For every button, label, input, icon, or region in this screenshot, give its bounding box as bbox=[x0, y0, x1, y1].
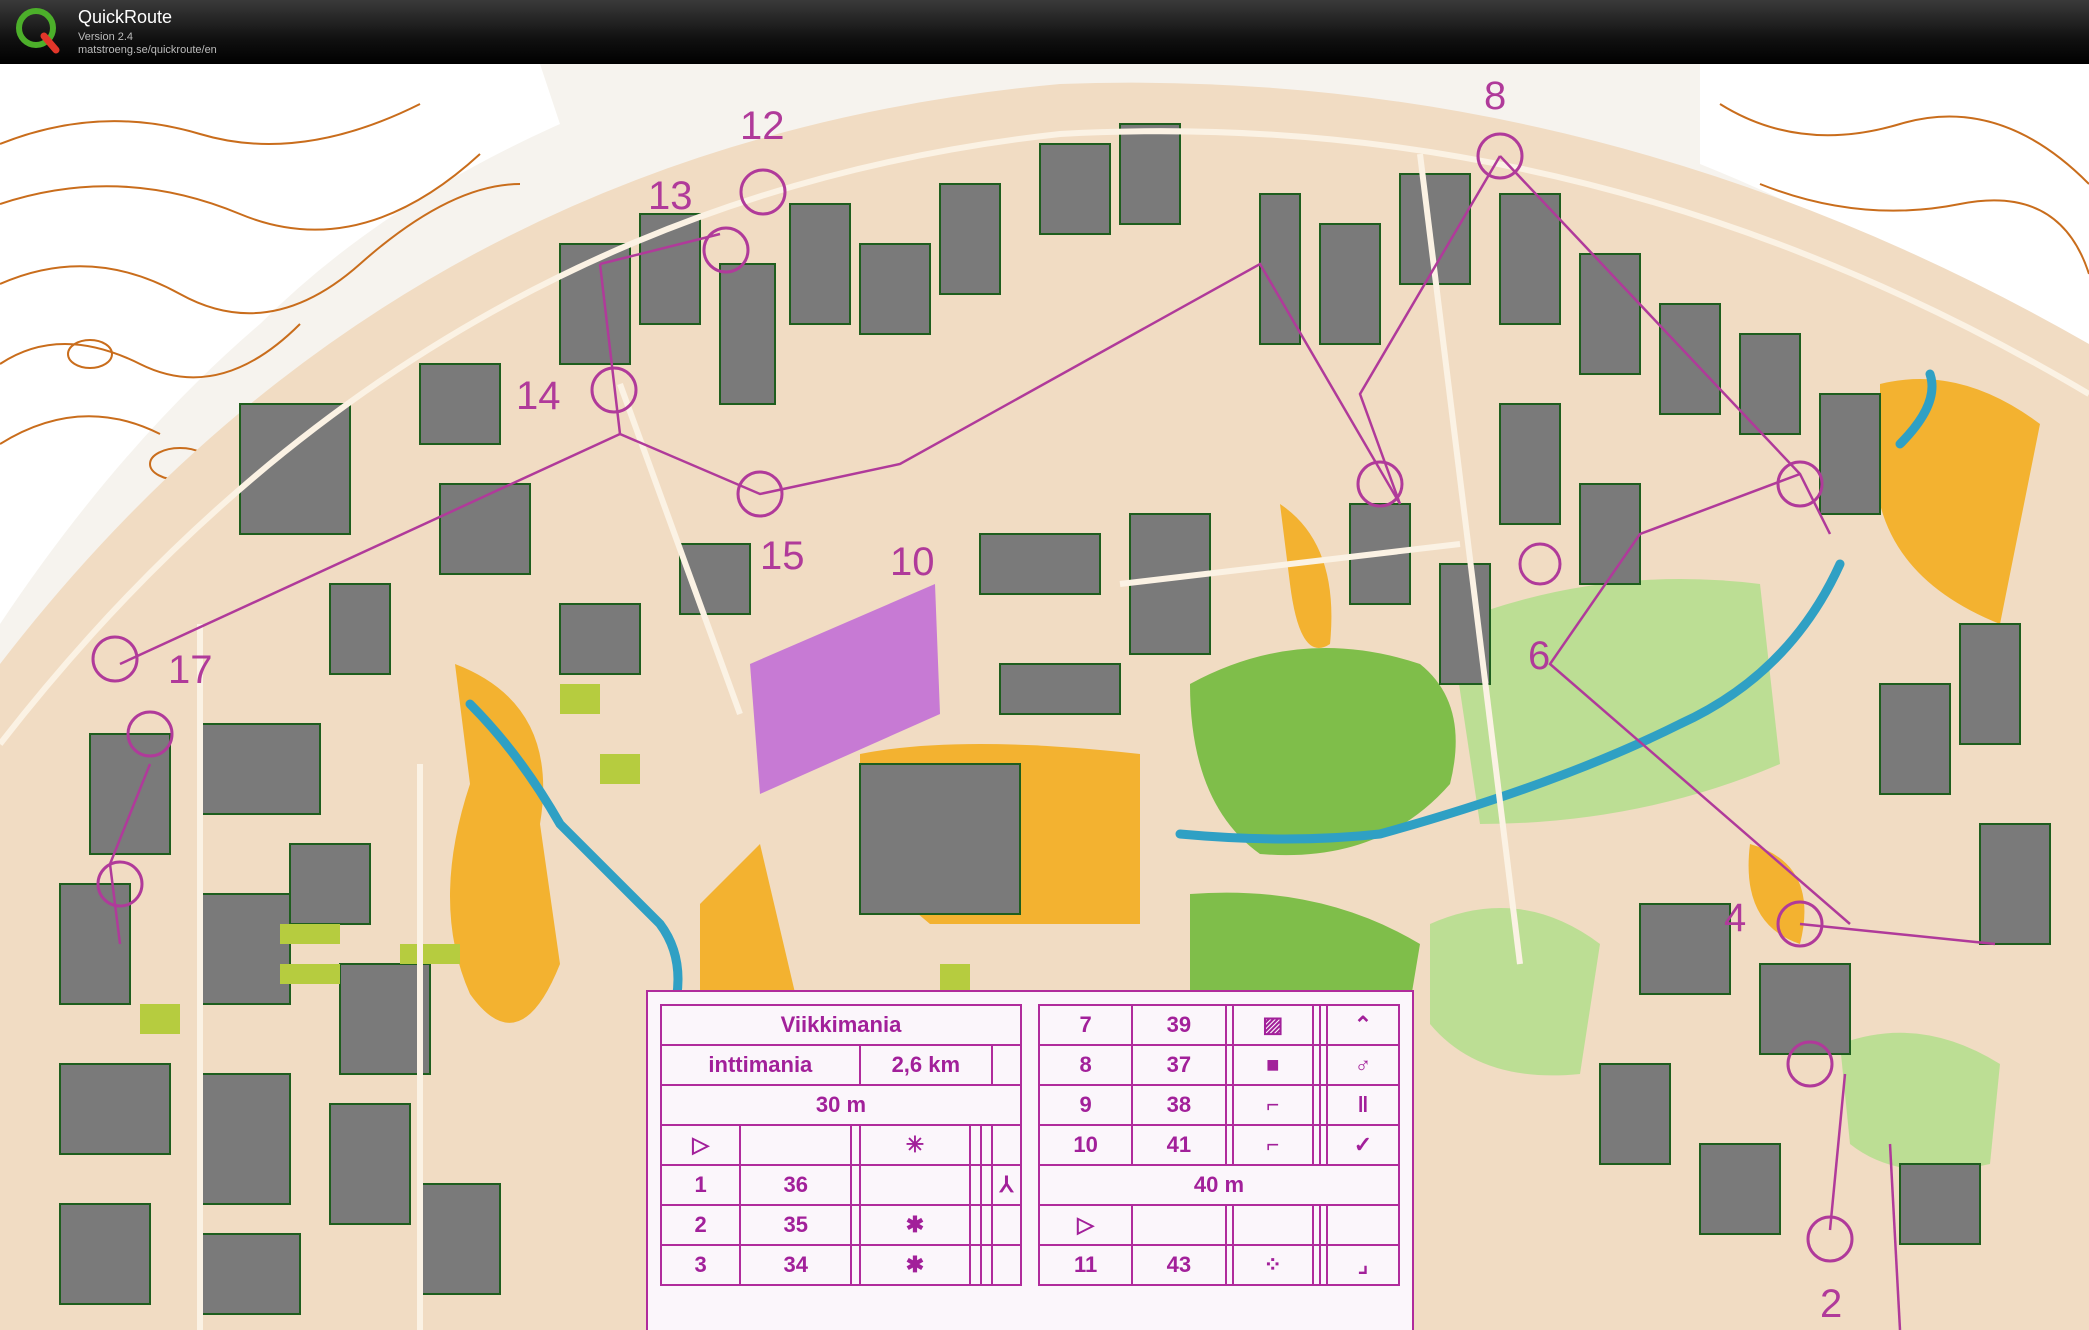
row-no: 3 bbox=[659, 1244, 742, 1286]
control-number: 13 bbox=[648, 174, 693, 218]
control-number: 17 bbox=[168, 648, 213, 692]
row-code: 35 bbox=[739, 1204, 853, 1246]
symbol-fork-icon: ⅄ bbox=[999, 1172, 1014, 1197]
control-number: 4 bbox=[1724, 896, 1747, 940]
symbol-square-icon: ■ bbox=[1266, 1052, 1280, 1077]
row-code: 38 bbox=[1131, 1084, 1227, 1126]
row-no: 11 bbox=[1037, 1244, 1134, 1286]
symbol-bars-icon: ‖ bbox=[1357, 1092, 1369, 1117]
symbol-steps-icon: ⌐ bbox=[1266, 1132, 1280, 1157]
row-code: 36 bbox=[739, 1164, 853, 1206]
title-bar: QuickRoute Version 2.4 matstroeng.se/qui… bbox=[0, 0, 2089, 64]
app-url[interactable]: matstroeng.se/quickroute/en bbox=[78, 44, 217, 56]
row-code: 39 bbox=[1131, 1004, 1227, 1046]
event-name: Viikkimania bbox=[660, 1004, 1022, 1046]
start-triangle-icon: ▷ bbox=[692, 1132, 710, 1157]
row-no: 2 bbox=[659, 1204, 742, 1246]
control-number: 2 bbox=[1820, 1282, 1843, 1326]
taped-route-30m: 30 m bbox=[660, 1084, 1022, 1126]
row-code: 37 bbox=[1131, 1044, 1227, 1086]
control-description-sheet: Viikkimania inttimania 2,6 km 30 m ▷ ✳ 13… bbox=[646, 990, 1414, 1330]
symbol-lattice-icon: ✱ bbox=[905, 1212, 925, 1237]
start-triangle-icon: ▷ bbox=[1077, 1212, 1095, 1237]
orienteering-map[interactable]: 12 13 14 15 10 17 8 6 4 2 Viikkimania in… bbox=[0, 64, 2089, 1330]
symbol-hatched-icon: ▨ bbox=[1262, 1012, 1284, 1037]
symbol-star-icon: ✳ bbox=[905, 1132, 925, 1157]
description-left-table: Viikkimania inttimania 2,6 km 30 m ▷ ✳ 13… bbox=[659, 1004, 1023, 1286]
symbol-circle-icon: ♂ bbox=[1354, 1052, 1372, 1077]
control-number: 14 bbox=[516, 374, 561, 418]
symbol-lattice-icon: ✱ bbox=[905, 1252, 925, 1277]
taped-route-40m: 40 m bbox=[1038, 1164, 1400, 1206]
app-name: QuickRoute bbox=[78, 7, 173, 27]
control-number: 8 bbox=[1484, 74, 1507, 118]
row-no: 1 bbox=[659, 1164, 742, 1206]
app-version: Version 2.4 bbox=[78, 31, 134, 43]
symbol-check-icon: ✓ bbox=[1353, 1132, 1373, 1157]
row-no: 9 bbox=[1037, 1084, 1134, 1126]
row-no: 8 bbox=[1037, 1044, 1134, 1086]
symbol-dots-icon: ⁘ bbox=[1263, 1252, 1282, 1277]
symbol-corner-icon: ⌟ bbox=[1357, 1252, 1369, 1277]
control-number: 6 bbox=[1528, 634, 1551, 678]
row-no: 7 bbox=[1037, 1004, 1134, 1046]
control-number: 10 bbox=[890, 540, 935, 584]
course-name: inttimania bbox=[660, 1044, 861, 1086]
control-number: 12 bbox=[740, 104, 785, 148]
description-right-table: 7 39 ▨ ⌃ 8 37 ■ ♂ 9 38 ⌐ ‖ 10 41 ⌐ ✓ 40 m ▷ 11 43 ⁘ ⌟ bbox=[1037, 1004, 1401, 1286]
control-number: 15 bbox=[760, 534, 805, 578]
symbol-caret-icon: ⌃ bbox=[1353, 1012, 1373, 1037]
row-no: 10 bbox=[1037, 1124, 1134, 1166]
quickroute-logo-icon bbox=[16, 8, 60, 54]
symbol-stairs-icon: ⌐ bbox=[1266, 1092, 1280, 1117]
row-code: 41 bbox=[1131, 1124, 1227, 1166]
row-code: 34 bbox=[739, 1244, 853, 1286]
row-code: 43 bbox=[1131, 1244, 1227, 1286]
course-length: 2,6 km bbox=[858, 1044, 993, 1086]
